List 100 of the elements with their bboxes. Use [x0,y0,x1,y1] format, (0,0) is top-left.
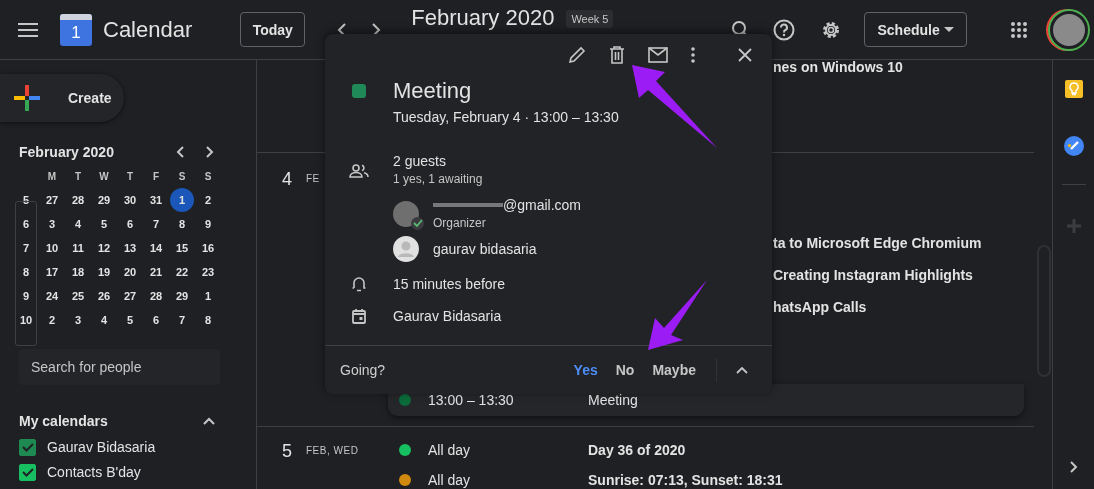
calendar-day[interactable]: 23 [195,260,221,284]
help-icon[interactable] [773,18,796,41]
weekday-label: M [46,169,58,184]
calendar-day[interactable]: 28 [143,284,169,308]
event-time: Tuesday, February 4 · 13:00 – 13:30 [393,108,619,127]
calendar-day[interactable]: 24 [39,284,65,308]
week-number[interactable]: 10 [13,308,39,332]
calendar-day[interactable]: 7 [143,212,169,236]
weekday-label: FE [306,172,320,186]
calendar-day[interactable]: 4 [65,212,91,236]
week-number[interactable]: 6 [13,212,39,236]
tasks-icon[interactable] [1063,136,1084,156]
scrollbar-thumb[interactable] [1037,245,1051,377]
calendar-name: Gaurav Bidasaria [47,439,156,455]
calendar-day[interactable]: 9 [195,212,221,236]
calendar-day[interactable]: 14 [143,236,169,260]
event-title[interactable]: Meeting [588,392,638,408]
current-period: February 2020 [411,5,555,31]
calendar-day[interactable]: 12 [91,236,117,260]
mail-icon[interactable] [648,47,668,63]
account-avatar[interactable] [1050,10,1089,49]
calendar-day[interactable]: 19 [91,260,117,284]
rsvp-option[interactable]: No [609,358,641,382]
create-button[interactable]: Create [0,74,124,122]
week-number[interactable]: 7 [13,236,39,260]
people-icon [349,164,369,178]
calendar-day[interactable]: 22 [169,260,195,284]
calendar-day[interactable]: 2 [39,308,65,332]
calendar-day[interactable]: 29 [169,284,195,308]
event-title[interactable]: Sunrise: 07:13, Sunset: 18:31 [588,472,783,488]
calendar-day[interactable]: 26 [91,284,117,308]
calendar-day[interactable]: 7 [169,308,195,332]
calendar-day[interactable]: 17 [39,260,65,284]
apps-grid-icon[interactable] [1011,21,1028,38]
lightbulb-icon[interactable] [1064,80,1083,98]
weekday-label: F [151,169,161,184]
calendar-day[interactable]: 8 [169,212,195,236]
calendar-day[interactable]: 27 [117,284,143,308]
calendar-day[interactable]: 6 [117,212,143,236]
calendar-day[interactable]: 3 [65,308,91,332]
calendar-day[interactable]: 1 [195,284,221,308]
today-button[interactable]: Today [240,12,306,47]
guest-summary: 1 yes, 1 awaiting [393,171,483,188]
previous-icon[interactable] [337,22,348,37]
rsvp-option[interactable]: Yes [567,358,604,382]
checkbox[interactable] [19,463,36,481]
event-title[interactable]: nes on Windows 10 [773,59,903,75]
calendar-day[interactable]: 11 [65,236,91,260]
week-number[interactable]: 9 [13,284,39,308]
calendar-day[interactable]: 5 [91,212,117,236]
more-icon[interactable] [691,47,695,63]
event-title[interactable]: Creating Instagram Highlights [773,267,973,283]
calendar-day[interactable]: 13 [117,236,143,260]
pencil-icon[interactable] [568,46,586,64]
calendar-day[interactable]: 1 [170,188,194,212]
calendar-logo: 1 [60,13,92,46]
calendar-day[interactable]: 29 [91,188,117,212]
checkbox[interactable] [19,438,36,456]
caret-icon [944,27,955,32]
calendar-day[interactable]: 16 [195,236,221,260]
calendar-day[interactable]: 27 [39,188,65,212]
chevron-icon[interactable] [203,417,215,425]
previous-icon[interactable] [176,146,184,158]
next-icon[interactable] [371,22,382,37]
rsvp-option[interactable]: Maybe [646,358,702,382]
next-icon[interactable] [206,146,214,158]
event-title[interactable]: ta to Microsoft Edge Chromium [773,235,982,251]
app-name: Calendar [103,16,193,43]
plus-icon [14,85,40,111]
calendar-day[interactable]: 4 [91,308,117,332]
guest-role: Organizer [433,215,487,232]
menu-icon[interactable] [18,22,38,37]
calendar-day[interactable]: 21 [143,260,169,284]
week-number[interactable]: 8 [13,260,39,284]
calendar-day[interactable]: 8 [195,308,221,332]
section-title: My calendars [19,413,108,429]
trash-icon[interactable] [609,46,625,64]
calendar-day[interactable]: 28 [65,188,91,212]
calendar-name: Gaurav Bidasaria [393,307,502,326]
chevron-icon[interactable] [736,366,748,374]
guest-name: @gmail.com [503,196,581,215]
day-number[interactable]: 4 [282,163,292,195]
close-icon[interactable] [738,48,752,62]
calendar-day[interactable]: 25 [65,284,91,308]
calendar-day[interactable]: 6 [143,308,169,332]
search-field[interactable]: Search for people [19,349,220,385]
day-number[interactable]: 5 [282,435,292,467]
calendar-day[interactable]: 10 [39,236,65,260]
event-title[interactable]: Day 36 of 2020 [588,442,686,458]
view-dropdown[interactable]: Schedule [864,12,968,47]
calendar-day[interactable]: 2 [195,188,221,212]
calendar-day[interactable]: 3 [39,212,65,236]
chevron-icon[interactable] [1069,461,1078,473]
calendar-day[interactable]: 18 [65,260,91,284]
calendar-day[interactable]: 20 [117,260,143,284]
event-title[interactable]: hatsApp Calls [773,299,867,315]
calendar-day[interactable]: 30 [117,188,143,212]
calendar-day[interactable]: 5 [117,308,143,332]
calendar-day[interactable]: 15 [169,236,195,260]
calendar-day[interactable]: 31 [143,188,169,212]
